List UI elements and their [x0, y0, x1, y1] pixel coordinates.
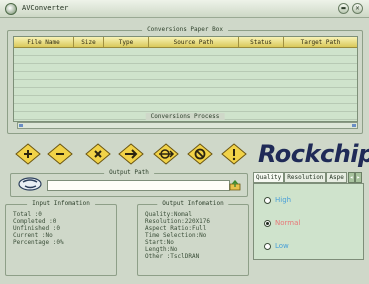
- settings-tabs: Quality Resolution Aspe ◂ ▸: [253, 172, 362, 183]
- close-button[interactable]: ✕: [352, 3, 363, 14]
- minus-icon: [47, 143, 73, 165]
- progress-left-cap: [19, 124, 23, 127]
- output-path-input[interactable]: [47, 180, 230, 191]
- column-status[interactable]: Status: [239, 37, 284, 47]
- quality-option-low[interactable]: Low: [264, 242, 289, 250]
- add-button[interactable]: [15, 143, 41, 165]
- clear-button[interactable]: [85, 143, 111, 165]
- output-information-text: Quality:Nomal Resolution:220X176 Aspect …: [145, 211, 211, 260]
- stop-button[interactable]: [187, 143, 213, 165]
- table-row[interactable]: [14, 104, 357, 112]
- table-header: File Name Size Type Source Path Status T…: [14, 37, 357, 48]
- output-information-title: Output Infomation: [157, 200, 229, 207]
- window-title: AVConverter: [22, 4, 69, 12]
- table-row[interactable]: [14, 48, 357, 56]
- exclamation-icon: [221, 143, 247, 165]
- quality-panel: High Normal Low: [253, 183, 364, 260]
- progress-right-cap: [352, 124, 356, 127]
- theta-arrow-icon: [153, 143, 179, 165]
- output-path-title: Output Path: [104, 169, 154, 176]
- tab-quality[interactable]: Quality: [253, 172, 285, 183]
- remove-button[interactable]: [47, 143, 73, 165]
- arrow-right-icon: [118, 143, 144, 165]
- output-information-box: Output Infomation Quality:Nomal Resoluti…: [137, 200, 249, 276]
- radio-button[interactable]: [264, 196, 271, 204]
- output-path-icon[interactable]: [18, 176, 44, 192]
- table-row[interactable]: [14, 80, 357, 88]
- plus-icon: [15, 143, 41, 165]
- column-file-name[interactable]: File Name: [14, 37, 74, 47]
- column-target-path[interactable]: Target Path: [284, 37, 357, 47]
- column-source-path[interactable]: Source Path: [149, 37, 239, 47]
- table-row[interactable]: [14, 56, 357, 64]
- tab-scroll-right-button[interactable]: ▸: [354, 172, 362, 183]
- file-table[interactable]: File Name Size Type Source Path Status T…: [13, 36, 358, 122]
- x-icon: [85, 143, 111, 165]
- browse-folder-button[interactable]: [229, 179, 241, 191]
- conversion-progress-bar: [17, 122, 358, 129]
- app-icon: [5, 3, 17, 15]
- quality-option-high[interactable]: High: [264, 196, 291, 204]
- input-information-title: Input Infomation: [27, 200, 95, 207]
- tab-resolution[interactable]: Resolution: [284, 172, 327, 183]
- tab-scroll-left-button[interactable]: ◂: [347, 172, 355, 183]
- quality-option-label: Normal: [275, 219, 301, 227]
- quality-option-normal[interactable]: Normal: [264, 219, 300, 227]
- convert-button[interactable]: [118, 143, 144, 165]
- tab-aspect[interactable]: Aspe: [326, 172, 347, 183]
- info-button[interactable]: [221, 143, 247, 165]
- table-row[interactable]: [14, 96, 357, 104]
- column-size[interactable]: Size: [74, 37, 104, 47]
- radio-button[interactable]: [264, 242, 271, 250]
- target-button[interactable]: [153, 143, 179, 165]
- input-information-box: Input Infomation Total :0 Completed :0 U…: [5, 200, 117, 276]
- minimize-button[interactable]: ▬: [338, 3, 349, 14]
- conversions-paper-box-title: Conversions Paper Box: [142, 26, 228, 33]
- folder-arrow-icon: [229, 179, 241, 191]
- radio-button[interactable]: [264, 219, 271, 227]
- quality-option-label: Low: [275, 242, 289, 250]
- tab-scroll: ◂ ▸: [347, 172, 362, 183]
- title-bar: AVConverter ▬ ✕: [0, 0, 369, 18]
- conversions-process-title: Conversions Process: [145, 113, 225, 120]
- column-type[interactable]: Type: [104, 37, 149, 47]
- table-row[interactable]: [14, 72, 357, 80]
- app-window: AVConverter ▬ ✕ Conversions Paper Box Fi…: [0, 0, 369, 284]
- quality-option-label: High: [275, 196, 292, 204]
- table-row[interactable]: [14, 64, 357, 72]
- rockchip-logo: Rockchip: [258, 140, 369, 168]
- stop-icon: [187, 143, 213, 165]
- input-information-text: Total :0 Completed :0 Unfinished :0 Curr…: [13, 211, 64, 246]
- table-row[interactable]: [14, 88, 357, 96]
